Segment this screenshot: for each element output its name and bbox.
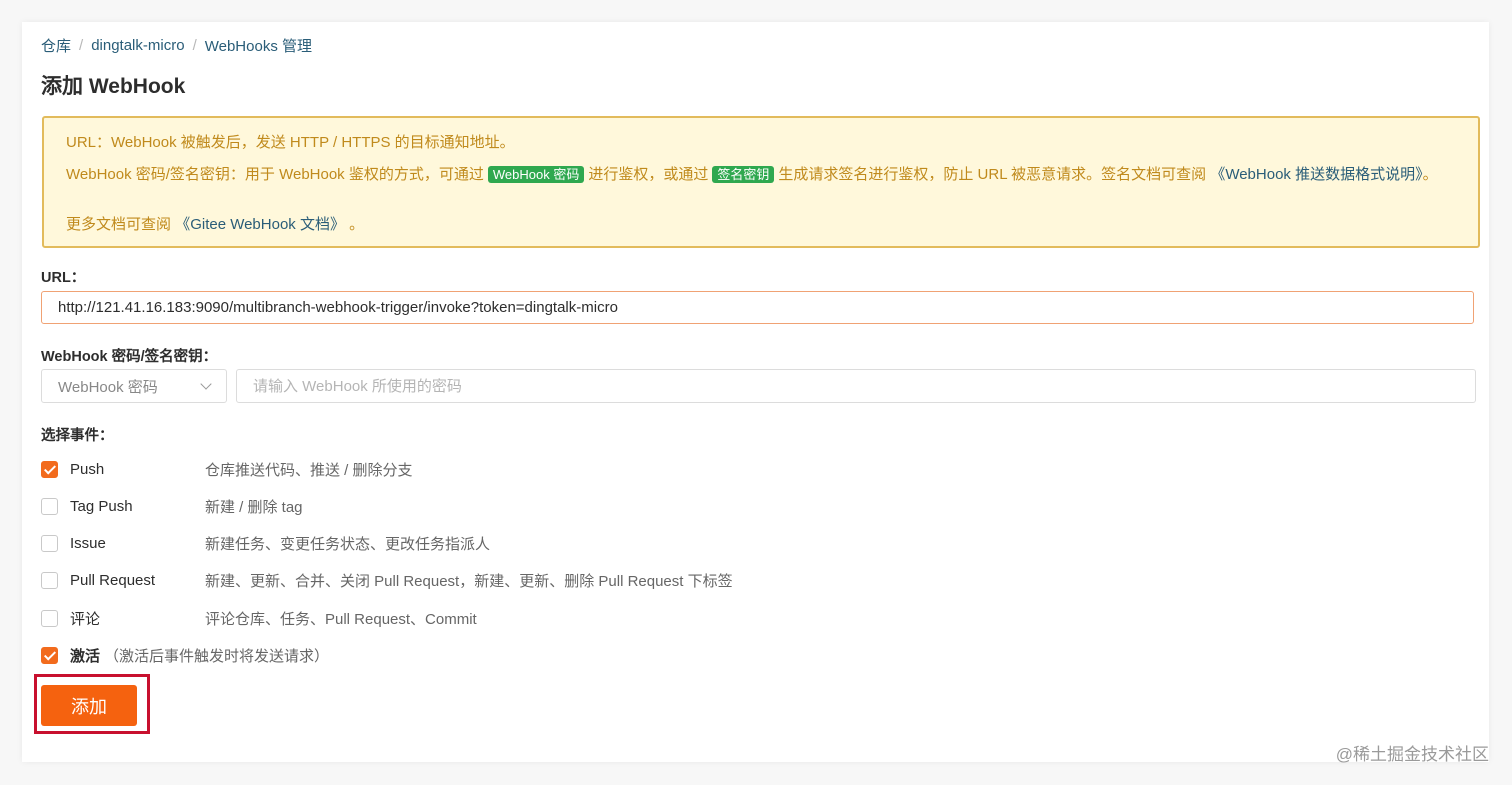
breadcrumb-separator: /: [79, 37, 84, 54]
breadcrumb: 仓库 / dingtalk-micro / WebHooks 管理: [41, 35, 312, 56]
event-row-pull-request[interactable]: Pull Request 新建、更新、合并、关闭 Pull Request，新建…: [41, 569, 733, 591]
event-row-issue[interactable]: Issue 新建任务、变更任务状态、更改任务指派人: [41, 532, 490, 554]
notice-docs-line: 更多文档可查阅 《Gitee WebHook 文档》 。: [66, 214, 1456, 235]
event-name: Issue: [70, 534, 106, 552]
webhook-form-card: 仓库 / dingtalk-micro / WebHooks 管理 添加 Web…: [22, 22, 1489, 762]
event-name: Pull Request: [70, 571, 156, 589]
activate-row[interactable]: 激活 （激活后事件触发时将发送请求）: [41, 644, 329, 666]
secret-type-select[interactable]: WebHook 密码: [41, 369, 227, 403]
notice-text: 。: [1422, 166, 1438, 183]
comment-checkbox[interactable]: [41, 609, 58, 627]
event-name: 评论: [70, 610, 101, 628]
issue-checkbox[interactable]: [41, 534, 58, 552]
event-description: 新建、更新、合并、关闭 Pull Request，新建、更新、删除 Pull R…: [205, 572, 733, 590]
event-description: 评论仓库、任务、Pull Request、Commit: [205, 610, 477, 628]
events-label: 选择事件：: [41, 428, 114, 444]
chevron-down-icon: [200, 377, 212, 390]
add-button[interactable]: 添加: [41, 685, 137, 726]
event-name: Push: [70, 460, 105, 478]
notice-text: 生成请求签名进行鉴权，防止 URL 被恶意请求。签名文档可查阅: [778, 166, 1207, 183]
notice-text: WebHook 密码/签名密钥：用于 WebHook 鉴权的方式，可通过: [66, 166, 484, 183]
watermark: @稀土掘金技术社区: [1335, 745, 1489, 764]
event-name: Tag Push: [70, 497, 133, 515]
event-description: 新建任务、变更任务状态、更改任务指派人: [205, 535, 491, 553]
activate-checkbox[interactable]: [41, 646, 58, 664]
signing-key-tag: 签名密钥: [712, 166, 775, 183]
url-input[interactable]: [41, 291, 1474, 324]
secret-password-input[interactable]: [236, 369, 1476, 403]
secret-label: WebHook 密码/签名密钥：: [41, 349, 218, 365]
info-notice: URL：WebHook 被触发后，发送 HTTP / HTTPS 的目标通知地址…: [42, 116, 1480, 248]
page-title: 添加 WebHook: [41, 75, 186, 98]
event-description: 仓库推送代码、推送 / 删除分支: [205, 461, 413, 479]
activate-label: 激活: [70, 647, 101, 665]
notice-text: 进行鉴权，或通过: [588, 166, 709, 183]
activate-text: 激活 （激活后事件触发时将发送请求）: [70, 645, 329, 666]
notice-secret-line: WebHook 密码/签名密钥：用于 WebHook 鉴权的方式，可通过 WebH…: [66, 164, 1456, 185]
push-checkbox[interactable]: [41, 460, 58, 478]
pull-request-checkbox[interactable]: [41, 571, 58, 589]
event-row-push[interactable]: Push 仓库推送代码、推送 / 删除分支: [41, 458, 413, 480]
breadcrumb-item-repo[interactable]: 仓库: [41, 35, 71, 56]
gitee-webhook-doc-link[interactable]: 《Gitee WebHook 文档》: [175, 216, 345, 233]
webhook-password-tag: WebHook 密码: [487, 166, 585, 183]
push-format-doc-link[interactable]: 《WebHook 推送数据格式说明》: [1210, 166, 1422, 183]
event-description: 新建 / 删除 tag: [205, 498, 303, 516]
tag-push-checkbox[interactable]: [41, 497, 58, 515]
url-label: URL：: [41, 270, 86, 286]
notice-url-line: URL：WebHook 被触发后，发送 HTTP / HTTPS 的目标通知地址…: [66, 134, 515, 151]
notice-text: 更多文档可查阅: [66, 216, 172, 233]
notice-text: 。: [349, 216, 365, 233]
breadcrumb-separator: /: [192, 37, 197, 54]
event-row-comment[interactable]: 评论 评论仓库、任务、Pull Request、Commit: [41, 607, 477, 629]
secret-type-value: WebHook 密码: [58, 378, 158, 396]
breadcrumb-item-webhooks[interactable]: WebHooks 管理: [205, 35, 312, 56]
breadcrumb-item-project[interactable]: dingtalk-micro: [91, 37, 184, 54]
event-row-tag-push[interactable]: Tag Push 新建 / 删除 tag: [41, 495, 303, 517]
activate-note: （激活后事件触发时将发送请求）: [104, 647, 330, 665]
